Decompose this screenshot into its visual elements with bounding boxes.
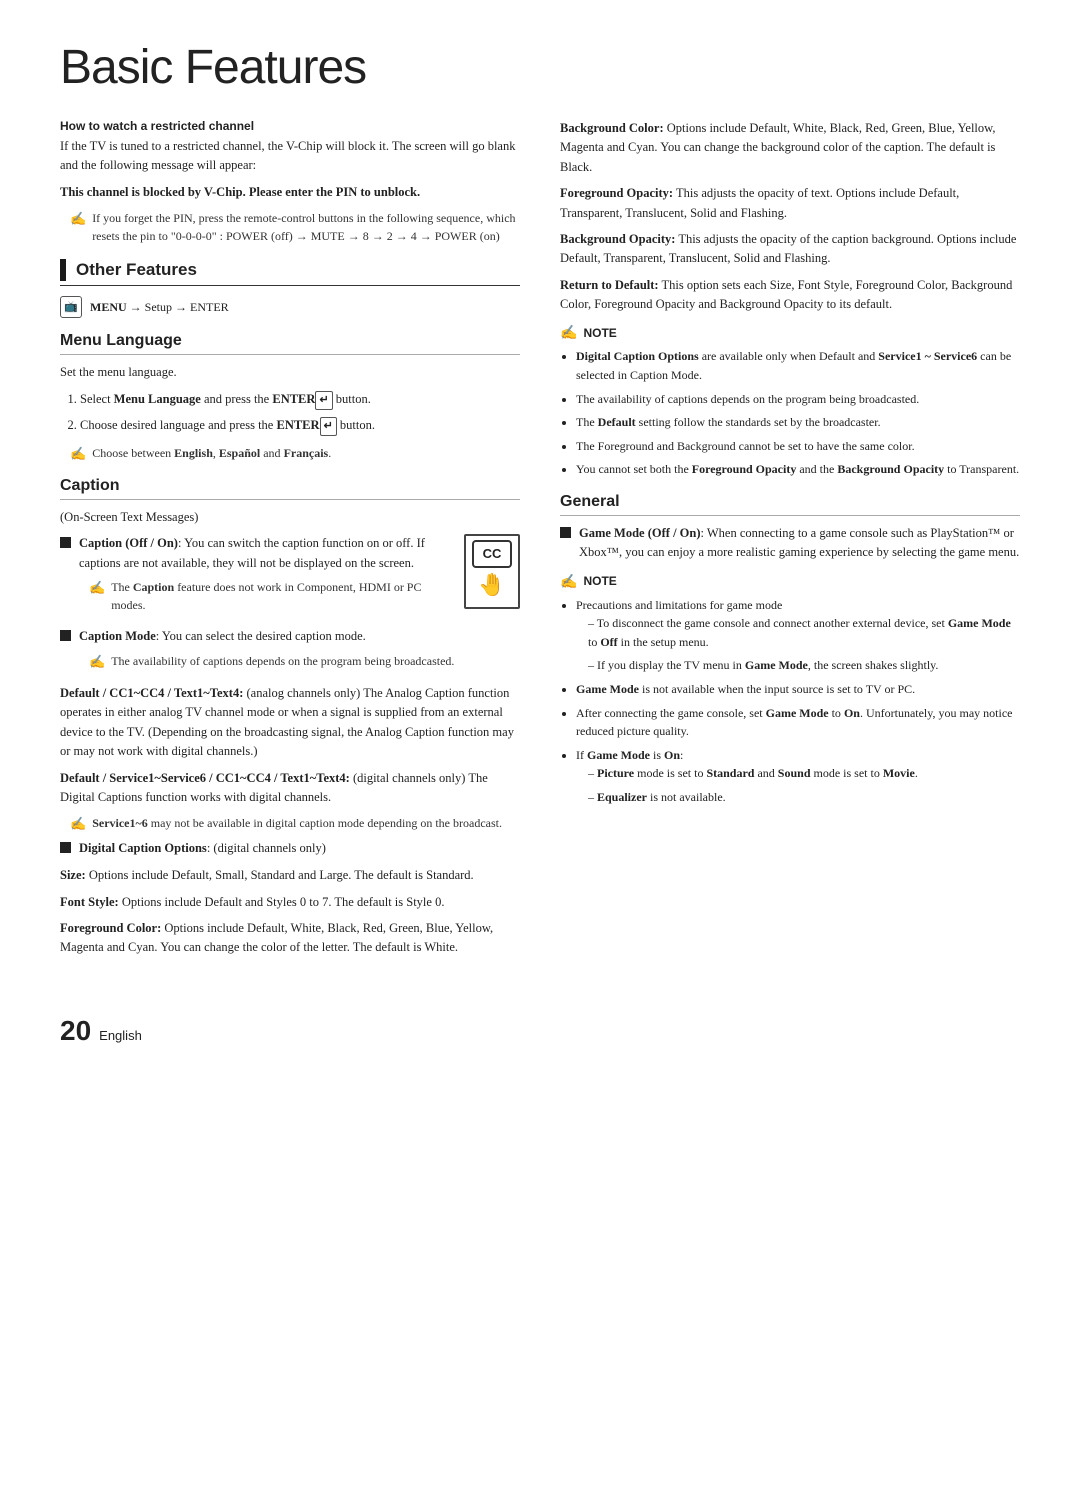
caption-note-item-3: The Default setting follow the standards…: [576, 413, 1020, 432]
caption-note-list: Digital Caption Options are available on…: [560, 347, 1020, 479]
general-note-item-1: Precautions and limitations for game mod…: [576, 596, 1020, 675]
caption-onoff-note: The Caption feature does not work in Com…: [89, 578, 444, 614]
caption-title: Caption: [60, 477, 520, 500]
caption-note-item-2: The availability of captions depends on …: [576, 390, 1020, 409]
bullet-icon: [60, 537, 71, 548]
page-number-label: English: [99, 1028, 142, 1043]
foreground-opacity-text: Foreground Opacity: This adjusts the opa…: [560, 184, 1020, 223]
restricted-channel-section: How to watch a restricted channel If the…: [60, 119, 520, 245]
other-features-header: Other Features: [60, 259, 520, 286]
service-note: Service1~6 may not be available in digit…: [70, 814, 520, 834]
general-note-subitem-2: If you display the TV menu in Game Mode,…: [588, 656, 1020, 675]
menu-language-step-1: Select Menu Language and press the ENTER…: [80, 390, 520, 410]
right-column: Background Color: Options include Defaul…: [560, 119, 1020, 965]
digital-caption-list: Digital Caption Options: (digital channe…: [60, 839, 520, 858]
general-note-subitem-3: Picture mode is set to Standard and Soun…: [588, 764, 1020, 783]
general-title: General: [560, 493, 1020, 516]
background-opacity-text: Background Opacity: This adjusts the opa…: [560, 230, 1020, 269]
bullet-icon: [560, 527, 571, 538]
general-item-gamemode: Game Mode (Off / On): When connecting to…: [560, 524, 1020, 563]
menu-language-title: Menu Language: [60, 332, 520, 355]
restricted-channel-heading: How to watch a restricted channel: [60, 119, 520, 133]
cc-icon: CC: [472, 540, 512, 568]
general-note-subitem-4: Equalizer is not available.: [588, 788, 1020, 807]
caption-subtitle: (On-Screen Text Messages): [60, 508, 520, 527]
caption-item-mode: Caption Mode: You can select the desired…: [60, 627, 520, 676]
cc-hand-icon: 🤚: [478, 568, 505, 602]
other-features-title: Other Features: [76, 260, 197, 280]
left-column: How to watch a restricted channel If the…: [60, 119, 520, 965]
foreground-color-text: Foreground Color: Options include Defaul…: [60, 919, 520, 958]
background-color-text: Background Color: Options include Defaul…: [560, 119, 1020, 177]
caption-mode-content: Caption Mode: You can select the desired…: [79, 627, 454, 676]
general-note-item-3: After connecting the game console, set G…: [576, 704, 1020, 741]
caption-note-item-5: You cannot set both the Foreground Opaci…: [576, 460, 1020, 479]
return-default-text: Return to Default: This option sets each…: [560, 276, 1020, 315]
caption-item-onoff-content: Caption (Off / On): You can switch the c…: [79, 534, 520, 619]
caption-note-block: NOTE Digital Caption Options are availab…: [560, 324, 1020, 479]
general-list: Game Mode (Off / On): When connecting to…: [560, 524, 1020, 563]
caption-list: Caption (Off / On): You can switch the c…: [60, 534, 520, 676]
default-cc-heading: Default / CC1~CC4 / Text1~Text4: (analog…: [60, 684, 520, 762]
bullet-icon: [60, 842, 71, 853]
page-title: Basic Features: [60, 40, 1020, 95]
general-note-list: Precautions and limitations for game mod…: [560, 596, 1020, 807]
bullet-icon: [60, 630, 71, 641]
digital-caption-item: Digital Caption Options: (digital channe…: [60, 839, 520, 858]
general-note-item-4: If Game Mode is On: Picture mode is set …: [576, 746, 1020, 807]
menu-language-note: Choose between English, Español and Fran…: [70, 444, 520, 464]
page-footer: 20 English: [60, 985, 1020, 1047]
general-note-label: NOTE: [560, 573, 1020, 590]
caption-mode-note: The availability of captions depends on …: [89, 652, 454, 672]
restricted-channel-note: If you forget the PIN, press the remote-…: [70, 209, 520, 245]
menu-language-step-2: Choose desired language and press the EN…: [80, 416, 520, 436]
general-note-item-2: Game Mode is not available when the inpu…: [576, 680, 1020, 699]
general-note-subitem-1: To disconnect the game console and conne…: [588, 614, 1020, 651]
font-style-text: Font Style: Options include Default and …: [60, 893, 520, 912]
caption-note-label: NOTE: [560, 324, 1020, 341]
menu-path: 📺 MENU → Setup → ENTER: [60, 296, 520, 318]
restricted-channel-bold-message: This channel is blocked by V-Chip. Pleas…: [60, 183, 520, 202]
menu-language-steps: Select Menu Language and press the ENTER…: [60, 390, 520, 436]
menu-path-text: MENU → Setup → ENTER: [90, 300, 229, 315]
page-number: 20: [60, 1015, 91, 1047]
default-service-heading: Default / Service1~Service6 / CC1~CC4 / …: [60, 769, 520, 808]
menu-icon: 📺: [60, 296, 82, 318]
caption-item-onoff: Caption (Off / On): You can switch the c…: [60, 534, 520, 619]
restricted-channel-para1: If the TV is tuned to a restricted chann…: [60, 137, 520, 176]
caption-note-item-4: The Foreground and Background cannot be …: [576, 437, 1020, 456]
section-bar-icon: [60, 259, 66, 281]
general-note-block: NOTE Precautions and limitations for gam…: [560, 573, 1020, 807]
size-text: Size: Options include Default, Small, St…: [60, 866, 520, 885]
caption-note-item-1: Digital Caption Options are available on…: [576, 347, 1020, 384]
menu-language-intro: Set the menu language.: [60, 363, 520, 382]
cc-icon-box: CC 🤚: [464, 534, 520, 608]
